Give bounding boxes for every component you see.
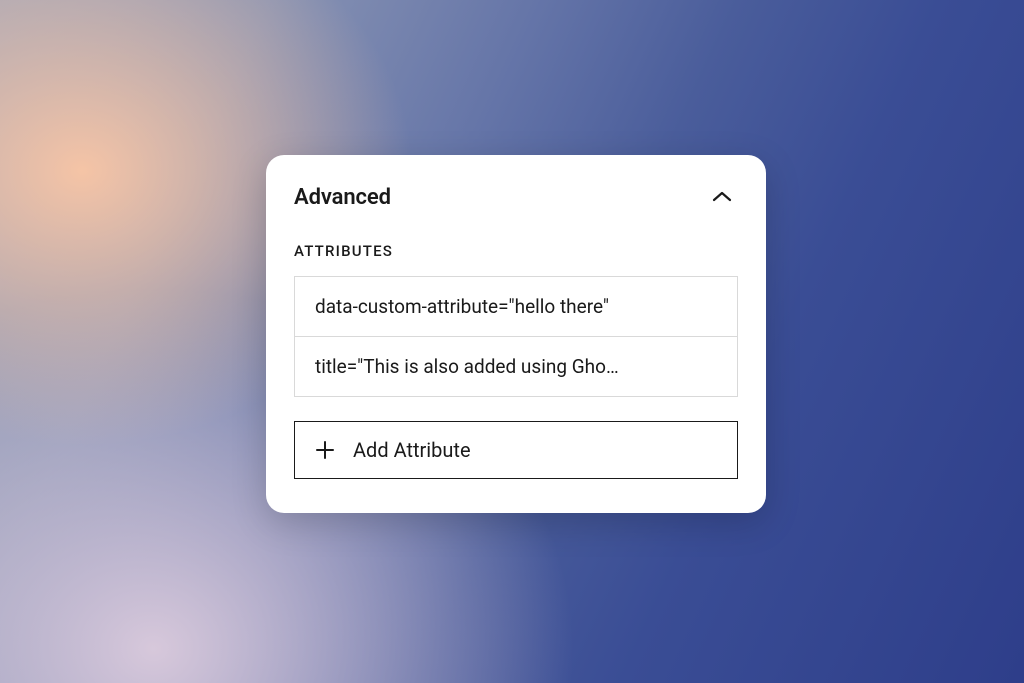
advanced-panel: Advanced ATTRIBUTES data-custom-attribut… [266,155,766,513]
panel-title: Advanced [294,185,391,210]
panel-header[interactable]: Advanced [294,185,738,210]
attribute-item[interactable]: data-custom-attribute="hello there" [295,277,737,336]
add-attribute-button[interactable]: Add Attribute [294,421,738,479]
attributes-label: ATTRIBUTES [294,242,738,260]
chevron-up-icon [712,191,732,203]
attribute-item[interactable]: title="This is also added using Gho… [295,336,737,396]
attribute-list: data-custom-attribute="hello there" titl… [294,276,738,397]
plus-icon [315,440,335,460]
add-attribute-label: Add Attribute [353,438,471,462]
